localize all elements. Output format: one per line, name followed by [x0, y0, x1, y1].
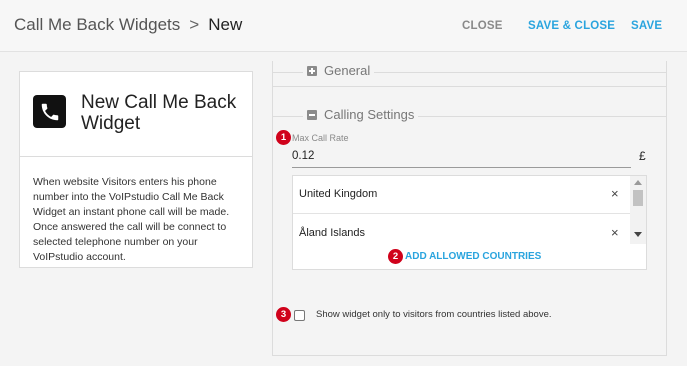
- step-badge-1: 1: [276, 130, 291, 145]
- restrict-countries-label: Show widget only to visitors from countr…: [316, 309, 552, 320]
- max-call-rate-input[interactable]: 0.12: [292, 150, 314, 162]
- phone-icon: [33, 95, 66, 128]
- scroll-thumb[interactable]: [633, 190, 643, 206]
- section-general-body: [272, 72, 667, 87]
- step-badge-2: 2: [388, 249, 403, 264]
- list-item: United Kingdom ×: [293, 176, 630, 214]
- step-badge-3: 3: [276, 307, 291, 322]
- minus-icon[interactable]: [307, 109, 317, 120]
- remove-icon[interactable]: ×: [611, 186, 619, 201]
- scroll-up-icon[interactable]: [634, 180, 642, 185]
- save-button[interactable]: SAVE: [631, 20, 662, 32]
- widget-info-card: New Call Me Back Widget When website Vis…: [19, 71, 253, 268]
- restrict-countries-checkbox[interactable]: [294, 310, 305, 321]
- scroll-down-icon[interactable]: [634, 232, 642, 237]
- list-item: Åland Islands ×: [293, 215, 630, 253]
- add-allowed-countries-link[interactable]: ADD ALLOWED COUNTRIES: [405, 251, 541, 262]
- breadcrumb-parent[interactable]: Call Me Back Widgets: [14, 15, 180, 34]
- widget-title: New Call Me Back Widget: [81, 92, 237, 134]
- top-bar: Call Me Back Widgets > New CLOSE SAVE & CL…: [0, 0, 687, 52]
- widget-description: When website Visitors enters his phone n…: [33, 176, 230, 263]
- section-calling-header[interactable]: Calling Settings: [303, 107, 419, 122]
- breadcrumb-current: New: [208, 15, 243, 34]
- allowed-countries-list: United Kingdom × Åland Islands × ADD ALL…: [292, 175, 647, 270]
- remove-icon[interactable]: ×: [611, 225, 619, 240]
- section-calling-label: Calling Settings: [324, 107, 415, 122]
- country-name: United Kingdom: [299, 188, 378, 200]
- country-name: Åland Islands: [299, 227, 366, 239]
- breadcrumb-separator: >: [189, 15, 200, 34]
- max-call-rate-label: Max Call Rate: [292, 133, 349, 143]
- list-scrollbar[interactable]: [630, 176, 646, 244]
- breadcrumb: Call Me Back Widgets > New: [14, 15, 242, 35]
- currency-symbol: £: [639, 149, 646, 163]
- close-button[interactable]: CLOSE: [462, 20, 503, 32]
- save-and-close-button[interactable]: SAVE & CLOSE: [528, 20, 615, 32]
- max-call-rate-underline: [292, 167, 631, 168]
- widget-card-header: New Call Me Back Widget: [20, 72, 252, 157]
